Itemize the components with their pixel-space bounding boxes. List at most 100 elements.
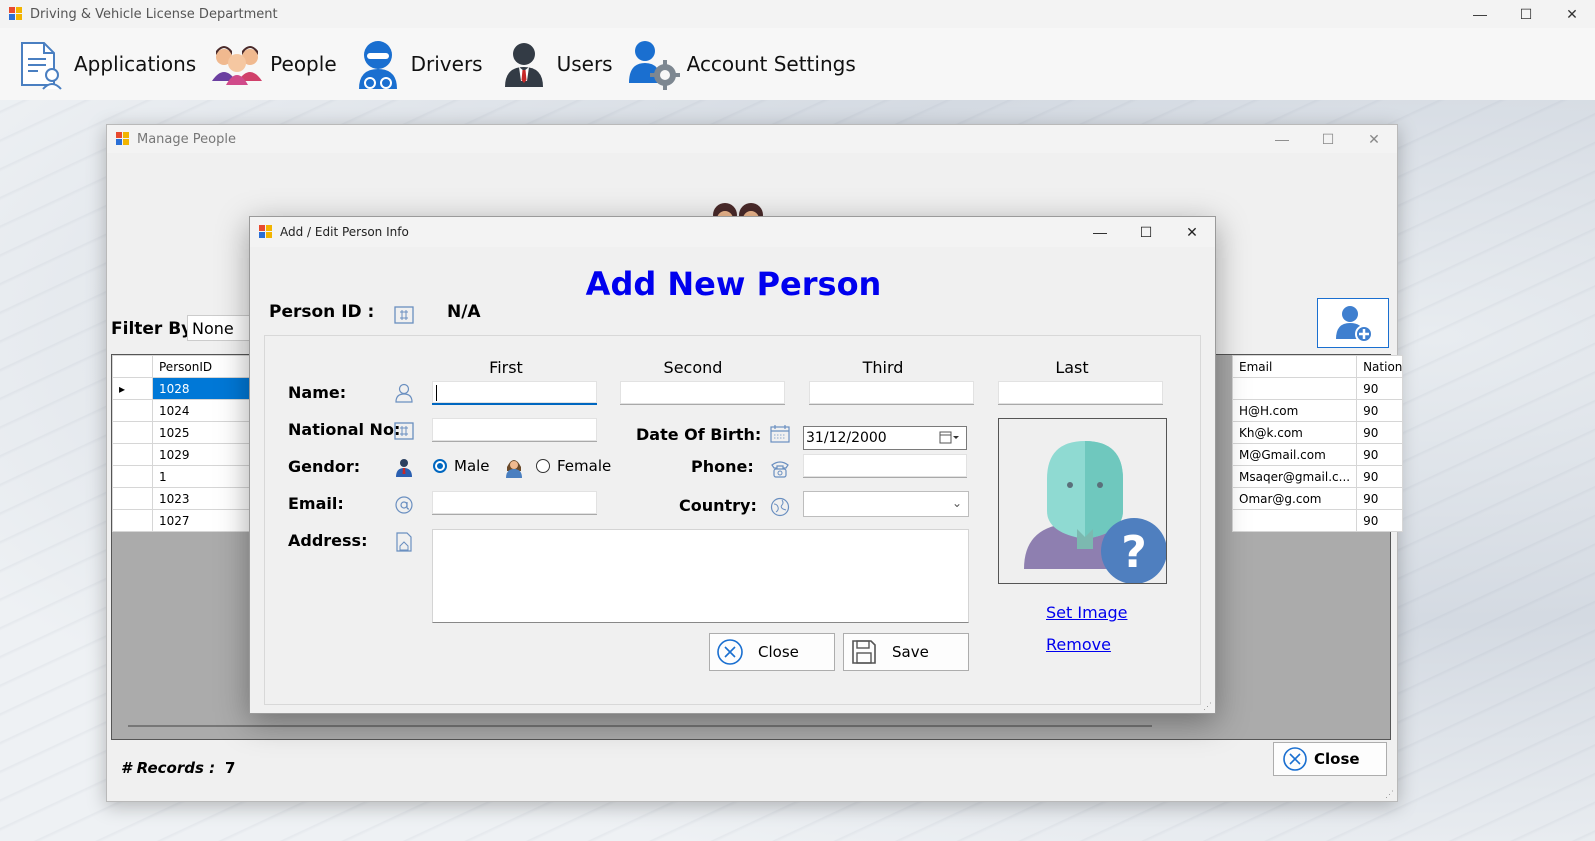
cell-email[interactable]: Omar@g.com xyxy=(1231,487,1358,510)
cell-national[interactable]: 90 xyxy=(1356,509,1404,532)
maximize-button[interactable]: ☐ xyxy=(1123,217,1169,247)
menu-item-people[interactable]: People xyxy=(210,34,337,94)
cell-national[interactable]: 90 xyxy=(1356,377,1404,400)
phone-label: Phone: xyxy=(691,457,754,476)
country-label: Country: xyxy=(679,496,757,515)
table-row[interactable]: Kh@k.com 90 xyxy=(1231,421,1404,444)
driver-helmet-icon xyxy=(358,41,397,89)
menu-label: Users xyxy=(556,52,613,76)
menu-item-users[interactable]: Users xyxy=(497,34,613,94)
menu-label: Account Settings xyxy=(686,52,856,76)
set-image-link[interactable]: Set Image xyxy=(1046,603,1127,622)
address-textarea[interactable] xyxy=(432,529,969,623)
menu-label: People xyxy=(270,52,337,76)
save-label: Save xyxy=(892,643,929,661)
calendar-dropdown-icon[interactable] xyxy=(939,431,961,445)
address-house-icon xyxy=(396,532,412,552)
id-card-icon xyxy=(394,422,414,440)
close-window-button[interactable]: ✕ xyxy=(1549,0,1595,28)
minimize-button[interactable]: — xyxy=(1259,125,1305,153)
cell-personid[interactable]: 1023 xyxy=(152,487,253,510)
cell-personid[interactable]: 1027 xyxy=(152,509,253,532)
maximize-button[interactable]: ☐ xyxy=(1503,0,1549,28)
table-row[interactable]: Msaqer@gmail.c... 90 xyxy=(1231,465,1404,488)
horizontal-scrollbar[interactable] xyxy=(128,725,1152,727)
save-button[interactable]: Save xyxy=(843,633,969,671)
remove-image-link[interactable]: Remove xyxy=(1046,635,1111,654)
phone-input[interactable] xyxy=(803,454,967,478)
table-row[interactable]: 1023 xyxy=(112,487,253,510)
person-photo: ? xyxy=(998,418,1167,584)
resize-grip[interactable]: ⋰ xyxy=(1385,789,1395,799)
country-select[interactable]: ⌄ xyxy=(803,491,969,517)
date-of-birth-picker[interactable]: 31/12/2000 xyxy=(803,426,967,450)
last-name-input[interactable] xyxy=(998,381,1163,405)
close-label: Close xyxy=(1314,750,1360,768)
phone-icon xyxy=(771,461,789,478)
manage-close-button[interactable]: Close xyxy=(1273,742,1387,776)
radio-unchecked-indicator xyxy=(536,459,550,473)
cell-national[interactable]: 90 xyxy=(1356,465,1404,488)
cell-email[interactable] xyxy=(1231,377,1358,400)
male-radio[interactable]: Male xyxy=(433,457,490,475)
minimize-button[interactable]: — xyxy=(1457,0,1503,28)
calendar-icon xyxy=(770,425,790,443)
add-edit-person-dialog: Add / Edit Person Info — ☐ ✕ Add New Per… xyxy=(249,216,1216,714)
resize-grip[interactable]: ⋰ xyxy=(1203,701,1213,711)
cell-email[interactable]: H@H.com xyxy=(1231,399,1358,422)
cell-personid[interactable]: 1029 xyxy=(152,443,253,466)
cell-email[interactable]: Msaqer@gmail.c... xyxy=(1231,465,1358,488)
email-input[interactable] xyxy=(432,491,597,515)
cell-personid[interactable]: 1025 xyxy=(152,421,253,444)
third-name-input[interactable] xyxy=(809,381,974,405)
second-name-input[interactable] xyxy=(620,381,785,405)
menu-item-drivers[interactable]: Drivers xyxy=(351,34,483,94)
table-row[interactable]: 1025 xyxy=(112,421,253,444)
cell-email[interactable]: M@Gmail.com xyxy=(1231,443,1358,466)
close-window-button[interactable]: ✕ xyxy=(1351,125,1397,153)
table-row[interactable]: 1024 xyxy=(112,399,253,422)
table-row[interactable]: 1027 xyxy=(112,509,253,532)
cell-email[interactable]: Kh@k.com xyxy=(1231,421,1358,444)
cell-personid[interactable]: 1 xyxy=(152,465,253,488)
close-circle-icon xyxy=(1283,747,1307,771)
close-button[interactable]: Close xyxy=(709,633,835,671)
female-radio[interactable]: Female xyxy=(536,457,611,475)
minimize-button[interactable]: — xyxy=(1077,217,1123,247)
records-label: # Records : xyxy=(121,759,216,777)
cell-national[interactable]: 90 xyxy=(1356,421,1404,444)
first-name-input[interactable] xyxy=(432,381,597,405)
column-header-national[interactable]: National xyxy=(1356,355,1404,378)
table-row[interactable]: 1 xyxy=(112,465,253,488)
maximize-button[interactable]: ☐ xyxy=(1305,125,1351,153)
add-person-button[interactable] xyxy=(1317,298,1389,348)
account-settings-gear-icon xyxy=(628,41,680,90)
table-row[interactable]: 90 xyxy=(1231,377,1404,400)
chevron-down-icon: ⌄ xyxy=(951,496,962,510)
table-row[interactable]: Omar@g.com 90 xyxy=(1231,487,1404,510)
male-label: Male xyxy=(454,457,490,475)
menu-item-account-settings[interactable]: Account Settings xyxy=(627,34,856,94)
cell-personid[interactable]: 1028 xyxy=(152,377,253,400)
close-label: Close xyxy=(758,643,799,661)
close-window-button[interactable]: ✕ xyxy=(1169,217,1215,247)
cell-email[interactable] xyxy=(1231,509,1358,532)
national-no-input[interactable] xyxy=(432,418,597,442)
table-row[interactable]: 90 xyxy=(1231,509,1404,532)
menu-label: Applications xyxy=(74,52,197,76)
cell-national[interactable]: 90 xyxy=(1356,487,1404,510)
close-circle-icon xyxy=(717,639,743,665)
table-row[interactable]: H@H.com 90 xyxy=(1231,399,1404,422)
cell-national[interactable]: 90 xyxy=(1356,443,1404,466)
email-label: Email: xyxy=(288,494,344,513)
person-id-value: N/A xyxy=(447,302,481,322)
menu-item-applications[interactable]: Applications xyxy=(14,34,196,94)
table-row[interactable]: M@Gmail.com 90 xyxy=(1231,443,1404,466)
table-row[interactable]: 1029 xyxy=(112,443,253,466)
column-header-email[interactable]: Email xyxy=(1231,355,1358,378)
cell-national[interactable]: 90 xyxy=(1356,399,1404,422)
column-header-personid[interactable]: PersonID xyxy=(152,355,253,378)
table-row[interactable]: ▸ 1028 xyxy=(112,377,253,400)
cell-personid[interactable]: 1024 xyxy=(152,399,253,422)
add-user-icon xyxy=(1336,306,1373,343)
